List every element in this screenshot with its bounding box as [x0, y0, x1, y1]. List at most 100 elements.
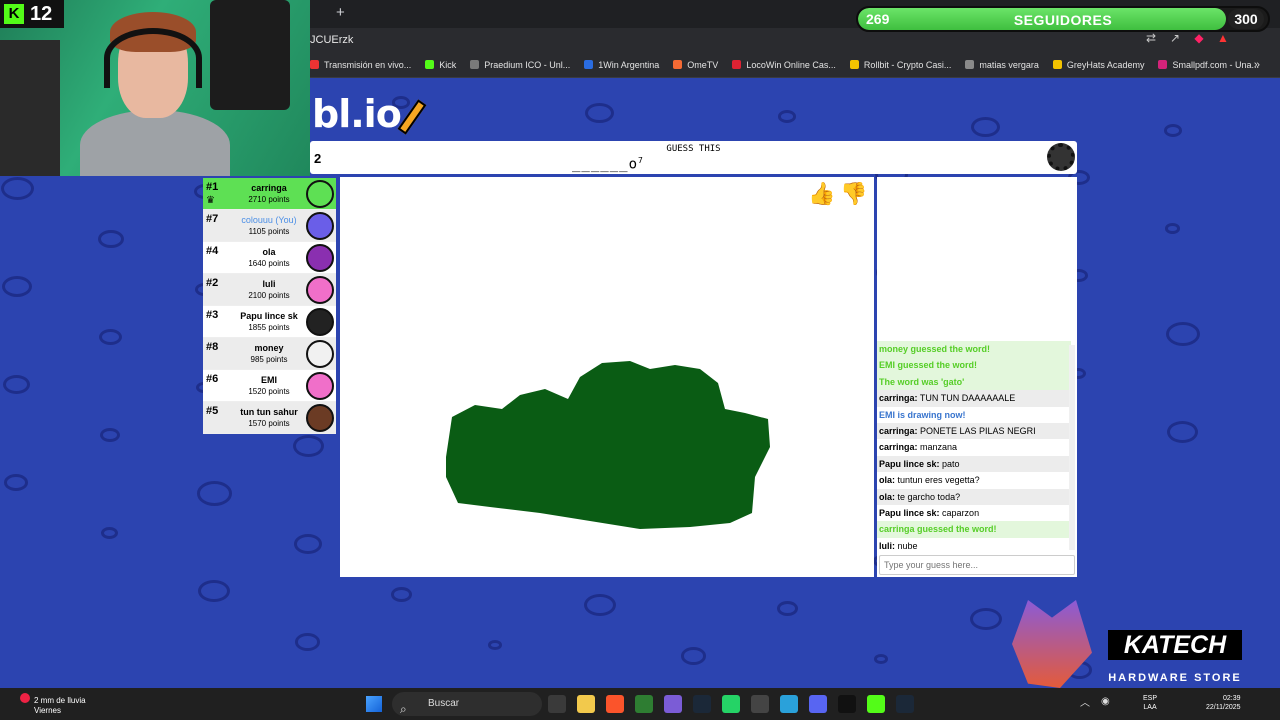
player-points: 1855 points [248, 323, 290, 332]
chat-message: luli: nube [877, 538, 1071, 554]
chevron-up-icon[interactable]: ︿ [1080, 694, 1090, 709]
background-doodle [874, 654, 888, 664]
url-text[interactable]: JCUErzk [310, 34, 353, 46]
drawing-canvas[interactable]: 👍 👎 [340, 177, 874, 577]
player-points: 1570 points [248, 419, 290, 428]
start-button[interactable] [366, 696, 382, 712]
bookmark-item[interactable]: Rollbit - Crypto Casi... [849, 60, 951, 70]
task-view-icon[interactable] [548, 695, 566, 713]
app-icon-3[interactable] [751, 695, 769, 713]
streamer-hoodie [80, 110, 230, 176]
game-header: 2 GUESS THIS ______o7 [310, 141, 1077, 174]
player-list: #1 carringa 2710 points ♛ #7 colouuu (You) 110… [203, 178, 336, 434]
player-name: ola [262, 247, 276, 257]
discord-icon[interactable] [809, 695, 827, 713]
player-row[interactable]: #6 EMI 1520 points [203, 370, 336, 402]
player-points: 1105 points [248, 227, 290, 236]
whatsapp-icon[interactable] [722, 695, 740, 713]
followers-goal-bar: 269 SEGUIDORES 300 [856, 6, 1270, 32]
player-points: 1640 points [248, 259, 290, 268]
bookmarks-overflow-icon[interactable]: » [1254, 59, 1260, 71]
guess-input[interactable] [879, 555, 1075, 575]
kick-logo-icon: K [4, 4, 24, 24]
bookmark-favicon-icon [849, 60, 859, 69]
player-row[interactable]: #1 carringa 2710 points ♛ [203, 178, 336, 210]
thumbs-up-icon[interactable]: 👍 [808, 181, 836, 209]
bookmark-item[interactable]: 1Win Argentina [584, 60, 659, 70]
settings-gear-icon[interactable] [1047, 143, 1075, 171]
bookmark-item[interactable]: LocoWin Online Cas... [732, 60, 836, 70]
language-indicator[interactable]: ESP LAA [1143, 694, 1157, 712]
brave-shield-icon[interactable]: ◆ [1193, 32, 1205, 44]
player-rank: #3 [206, 309, 219, 321]
player-rank: #4 [206, 245, 219, 257]
bookmark-item[interactable]: OmeTV [673, 60, 718, 70]
chat-message: The word was 'gato' [877, 373, 1071, 391]
player-avatar [306, 372, 334, 400]
bookmark-favicon-icon [470, 60, 480, 69]
background-doodle [3, 375, 30, 394]
background-doodle [101, 527, 118, 539]
chat-message: Papu lince sk: pato [877, 455, 1071, 473]
bookmark-item[interactable]: GreyHats Academy [1052, 60, 1144, 70]
bookmark-item[interactable]: Transmisión en vivo... [310, 60, 411, 70]
app-icon-2[interactable] [664, 695, 682, 713]
player-points: 2100 points [248, 291, 290, 300]
bookmarks-bar: Transmisión en vivo... Kick Praedium ICO -… [310, 52, 1280, 78]
rain-icon [20, 693, 30, 703]
player-row[interactable]: #8 money 985 points [203, 338, 336, 370]
bookmark-label: Praedium ICO - Unl... [484, 59, 571, 70]
sponsor-brand: KATECH [1108, 630, 1242, 660]
bookmark-item[interactable]: Smallpdf.com - Una... [1158, 60, 1259, 70]
bookmark-item[interactable]: Kick [425, 60, 456, 70]
steam-icon[interactable] [693, 695, 711, 713]
player-points: 2710 points [248, 195, 290, 204]
chat-message: carringa: PONETE LAS PILAS NEGRI [877, 422, 1071, 440]
background-doodle [197, 481, 232, 506]
app-icon[interactable] [635, 695, 653, 713]
file-explorer-icon[interactable] [577, 695, 595, 713]
alert-icon[interactable]: ▲ [1217, 32, 1229, 44]
thumbs-down-icon[interactable]: 👎 [840, 181, 868, 209]
player-avatar [306, 276, 334, 304]
player-row[interactable]: #7 colouuu (You) 1105 points [203, 210, 336, 242]
address-bar-icons: ⇄ ↗ ◆ ▲ [1145, 32, 1229, 44]
brave-icon[interactable] [606, 695, 624, 713]
chat-scrollbar[interactable] [1069, 345, 1075, 550]
player-row[interactable]: #5 tun tun sahur 1570 points [203, 402, 336, 434]
background-doodle [99, 329, 122, 346]
taskbar-search[interactable]: ⌕ Buscar [392, 692, 542, 716]
webcam-shelf [0, 40, 60, 176]
new-tab-button[interactable]: + [336, 4, 345, 21]
player-name: tun tun sahur [240, 407, 298, 417]
chat-user: carringa: [879, 442, 918, 453]
player-row[interactable]: #3 Papu lince sk 1855 points [203, 306, 336, 338]
bookmark-item[interactable]: Praedium ICO - Unl... [470, 60, 570, 70]
chat-text: PONETE LAS PILAS NEGRI [920, 425, 1036, 436]
bookmark-favicon-icon [584, 60, 594, 69]
viewer-count: 12 [30, 2, 53, 25]
chat-message: money guessed the word! [877, 341, 1071, 358]
clock[interactable]: 02:39 22/11/2025 [1206, 694, 1241, 712]
bookmark-item[interactable]: matias vergara [965, 60, 1039, 70]
share-icon[interactable]: ↗ [1169, 32, 1181, 44]
system-tray: ︿ ◉ [1080, 694, 1110, 709]
player-row[interactable]: #2 luli 2100 points [203, 274, 336, 306]
player-row[interactable]: #4 ola 1640 points [203, 242, 336, 274]
weather-widget[interactable]: 2 mm de lluvia Viernes [20, 693, 86, 716]
player-rank: #7 [206, 213, 219, 225]
wifi-icon[interactable]: ◉ [1101, 696, 1110, 707]
steam-icon-2[interactable] [896, 695, 914, 713]
chat-message: EMI is drawing now! [879, 409, 966, 420]
kick-app-icon[interactable] [867, 695, 885, 713]
telegram-icon[interactable] [780, 695, 798, 713]
bookmark-label: LocoWin Online Cas... [746, 59, 836, 70]
background-doodle [1, 177, 34, 201]
background-doodle [1167, 421, 1198, 443]
chat-text: tuntun eres vegetta? [897, 475, 980, 486]
translate-icon[interactable]: ⇄ [1145, 32, 1157, 44]
bookmark-label: OmeTV [687, 59, 719, 70]
background-doodle [971, 117, 1000, 138]
tiktok-icon[interactable] [838, 695, 856, 713]
bookmark-favicon-icon [732, 60, 742, 69]
